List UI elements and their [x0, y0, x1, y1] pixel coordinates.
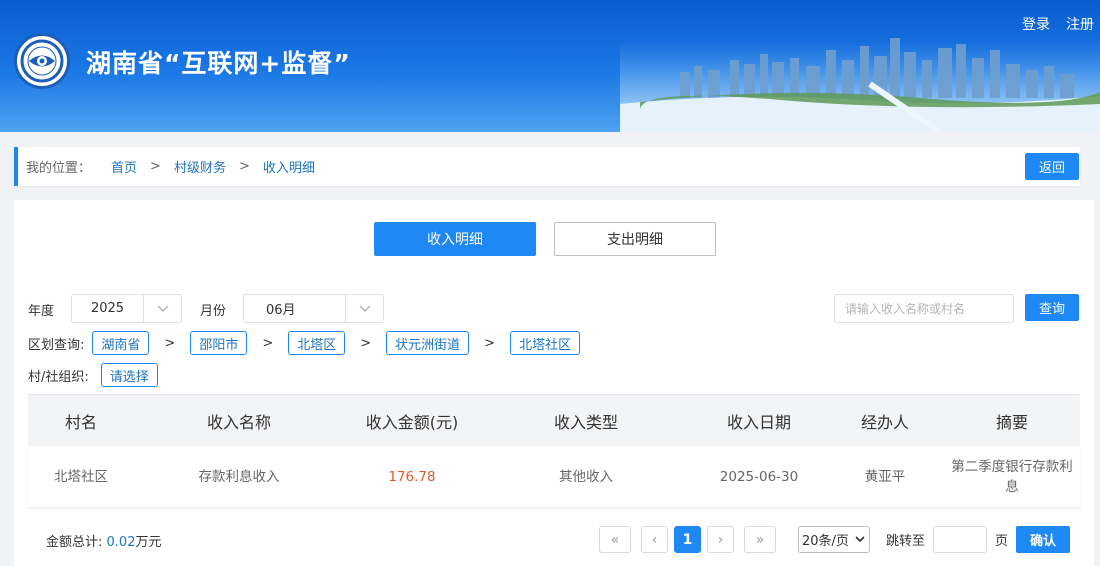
- chevron-down-icon: [345, 295, 383, 322]
- per-page-value: 20条/页: [802, 534, 849, 549]
- back-button[interactable]: 返回: [1025, 153, 1079, 180]
- chevron-down-icon: [143, 295, 181, 322]
- breadcrumb-home[interactable]: 首页: [111, 157, 137, 176]
- region-separator: >: [360, 335, 372, 351]
- main-panel: 收入明细 支出明细 年度 2025 月份 06月 查询 区划查询: 湖南省 > …: [14, 200, 1094, 566]
- col-income-amount: 收入金额(元): [365, 412, 459, 432]
- breadcrumb-label: 我的位置：: [26, 161, 92, 176]
- jump-page-input[interactable]: [933, 526, 988, 553]
- breadcrumb-income-detail[interactable]: 收入明细: [263, 157, 315, 176]
- site-logo: [14, 33, 70, 89]
- year-select[interactable]: 2025: [71, 294, 182, 323]
- breadcrumb-separator: >: [150, 159, 161, 174]
- breadcrumb-separator: >: [238, 159, 250, 174]
- month-select-value: 06月: [266, 303, 296, 318]
- confirm-jump-button[interactable]: 确认: [1016, 526, 1071, 553]
- col-handler: 经办人: [860, 412, 909, 432]
- total-value: 0.02: [106, 535, 136, 550]
- table-row[interactable]: 北塔社区 存款利息收入 176.78 其他收入 2025-06-30 黄亚平 第…: [28, 446, 1080, 508]
- tab-expense-detail[interactable]: 支出明细: [554, 222, 716, 256]
- cell-income-name: 存款利息收入: [198, 468, 280, 485]
- auth-links: 登录 注册: [1022, 14, 1094, 34]
- cell-village-name: 北塔社区: [54, 468, 108, 485]
- login-link[interactable]: 登录: [1022, 14, 1050, 34]
- month-label: 月份: [200, 304, 227, 319]
- col-income-type: 收入类型: [553, 412, 618, 432]
- amount-total: 金额总计: 0.02万元: [46, 531, 162, 550]
- org-label: 村/社组织:: [28, 369, 89, 385]
- year-label: 年度: [28, 304, 55, 319]
- region-chip-province[interactable]: 湖南省: [92, 331, 150, 355]
- query-button[interactable]: 查询: [1025, 294, 1079, 321]
- col-village-name: 村名: [64, 412, 97, 432]
- total-label: 金额总计:: [46, 535, 103, 550]
- cell-handler: 黄亚平: [864, 468, 906, 485]
- last-page-button[interactable]: »: [744, 526, 776, 553]
- jump-label: 跳转至: [886, 534, 926, 549]
- site-title: 湖南省“互联网+监督”: [86, 49, 351, 78]
- org-select-button[interactable]: 请选择: [100, 363, 158, 387]
- tab-income-detail[interactable]: 收入明细: [374, 222, 536, 256]
- first-page-button[interactable]: «: [599, 526, 631, 553]
- cell-income-amount: 176.78: [388, 468, 436, 485]
- month-select[interactable]: 06月: [243, 294, 384, 323]
- cell-summary: 第二季度银行存款利息: [951, 458, 1073, 495]
- site-header: 湖南省“互联网+监督” 登录 注册: [0, 0, 1100, 132]
- cell-income-date: 2025-06-30: [719, 468, 799, 485]
- search-input[interactable]: [834, 294, 1014, 323]
- cell-income-type: 其他收入: [559, 468, 613, 485]
- org-filter: 村/社组织: 请选择: [28, 362, 158, 388]
- year-select-value: 2025: [90, 301, 125, 316]
- region-chip-district[interactable]: 北塔区: [288, 331, 346, 355]
- region-chip-city[interactable]: 邵阳市: [190, 331, 248, 355]
- region-separator: >: [484, 335, 496, 351]
- next-page-button[interactable]: ›: [707, 526, 734, 553]
- page-button-current[interactable]: 1: [674, 526, 701, 553]
- region-chip-community[interactable]: 北塔社区: [510, 331, 581, 355]
- breadcrumb-village-finance[interactable]: 村级财务: [174, 157, 226, 176]
- breadcrumb: 我的位置： 首页 > 村级财务 > 收入明细 返回: [14, 147, 1080, 186]
- region-filter: 区划查询: 湖南省 > 邵阳市 > 北塔区 > 状元洲街道 > 北塔社区: [28, 330, 581, 356]
- col-income-name: 收入名称: [206, 412, 271, 432]
- col-summary: 摘要: [995, 412, 1028, 432]
- chevron-down-icon: [855, 536, 865, 543]
- page-unit: 页: [995, 534, 1009, 549]
- region-separator: >: [262, 335, 274, 351]
- region-separator: >: [164, 335, 176, 351]
- col-income-date: 收入日期: [726, 412, 791, 432]
- region-chip-street[interactable]: 状元洲街道: [386, 331, 470, 355]
- table-header: 村名 收入名称 收入金额(元) 收入类型 收入日期 经办人 摘要: [28, 394, 1080, 446]
- region-label: 区划查询:: [28, 337, 85, 353]
- register-link[interactable]: 注册: [1066, 14, 1094, 34]
- total-unit: 万元: [135, 535, 162, 550]
- per-page-select[interactable]: 20条/页: [798, 526, 870, 553]
- prev-page-button[interactable]: ‹: [641, 526, 668, 553]
- income-table: 村名 收入名称 收入金额(元) 收入类型 收入日期 经办人 摘要 北塔社区 存款…: [28, 394, 1080, 508]
- eye-seal-icon: [20, 39, 64, 83]
- pagination: « ‹ 1 › » 20条/页 跳转至 页 确认: [599, 526, 1071, 553]
